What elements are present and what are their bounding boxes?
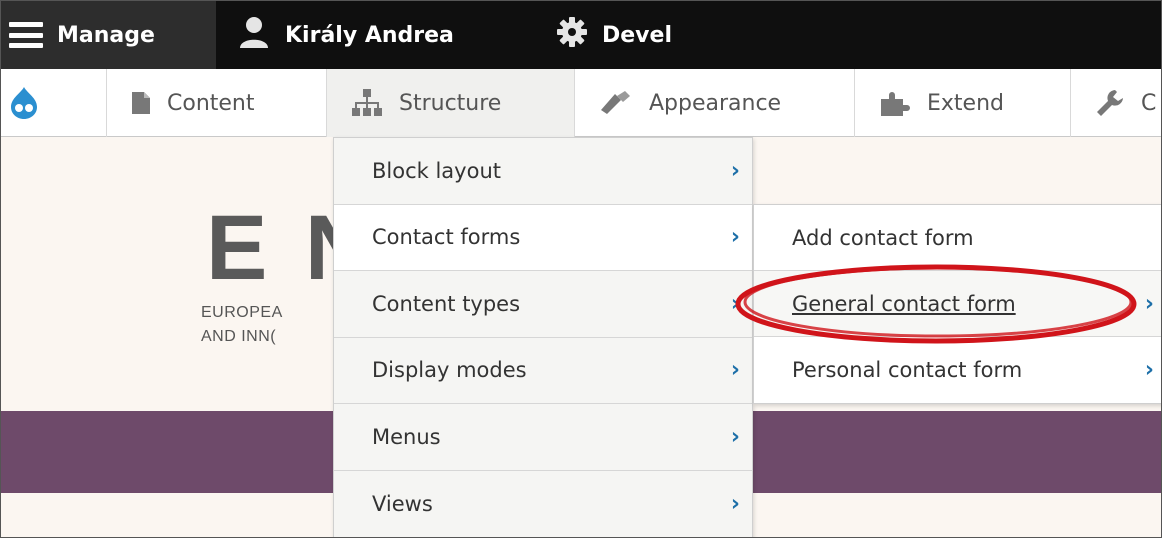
menu-item-content-types[interactable]: Content types › xyxy=(334,271,752,338)
tray-item-content[interactable]: Content xyxy=(107,69,327,137)
submenu-item-label: General contact form xyxy=(792,291,1016,316)
menu-item-display-modes[interactable]: Display modes › xyxy=(334,338,752,404)
admin-toolbar: Manage Király Andrea Devel xyxy=(1,1,1161,69)
menu-item-label: Block layout xyxy=(372,158,501,183)
chevron-right-icon: › xyxy=(730,357,740,383)
tray-label-content: Content xyxy=(167,90,255,116)
menu-item-label: Content types xyxy=(372,291,521,316)
tray-label-appearance: Appearance xyxy=(649,90,782,116)
gear-icon xyxy=(556,16,588,54)
browser-viewport: Manage Király Andrea Devel Content Struc… xyxy=(0,0,1162,538)
submenu-item-general-contact-form[interactable]: General contact form › xyxy=(754,271,1161,337)
menu-item-block-layout[interactable]: Block layout › xyxy=(334,138,752,205)
chevron-right-icon: › xyxy=(730,224,740,250)
manage-label: Manage xyxy=(57,22,155,48)
devel-label: Devel xyxy=(602,22,672,48)
user-label: Király Andrea xyxy=(285,22,454,48)
brush-icon xyxy=(599,90,633,116)
user-tab[interactable]: Király Andrea xyxy=(237,1,454,69)
page-icon xyxy=(131,91,151,115)
menu-item-contact-forms[interactable]: Contact forms › xyxy=(334,204,752,271)
manage-tab[interactable]: Manage xyxy=(1,1,216,69)
menu-item-label: Contact forms xyxy=(372,225,521,250)
tray-label-configuration: C xyxy=(1141,90,1157,116)
site-slogan: EUROPEA AND INN( xyxy=(201,301,283,349)
tray-item-structure[interactable]: Structure xyxy=(327,69,575,137)
hamburger-icon xyxy=(9,22,43,48)
structure-dropdown-menu: Block layout › Contact forms › Content t… xyxy=(333,137,753,538)
submenu-item-personal-contact-form[interactable]: Personal contact form › xyxy=(754,337,1161,403)
site-slogan-line-2: AND INN( xyxy=(201,328,277,345)
menu-item-label: Menus xyxy=(372,424,441,449)
chevron-right-icon: › xyxy=(730,291,740,317)
site-slogan-line-1: EUROPEA xyxy=(201,304,283,321)
tray-item-appearance[interactable]: Appearance xyxy=(575,69,855,137)
tray-item-extend[interactable]: Extend xyxy=(855,69,1071,137)
menu-item-label: Views xyxy=(372,491,433,516)
submenu-item-label: Add contact form xyxy=(792,225,974,250)
chevron-right-icon: › xyxy=(1144,357,1154,383)
puzzle-icon xyxy=(879,89,911,117)
menu-item-label: Display modes xyxy=(372,358,527,383)
contact-forms-submenu: Add contact form General contact form › … xyxy=(753,204,1161,404)
tray-item-configuration[interactable]: C xyxy=(1071,69,1161,137)
chevron-right-icon: › xyxy=(730,424,740,450)
menu-item-menus[interactable]: Menus › xyxy=(334,404,752,471)
chevron-right-icon: › xyxy=(1144,291,1154,316)
drupal-home-link[interactable] xyxy=(1,69,107,137)
drupal-icon xyxy=(9,86,39,120)
chevron-right-icon: › xyxy=(730,491,740,517)
submenu-item-label: Personal contact form xyxy=(792,358,1023,382)
wrench-icon xyxy=(1095,88,1125,118)
chevron-right-icon: › xyxy=(730,158,740,184)
tray-label-extend: Extend xyxy=(927,90,1004,116)
sitemap-icon xyxy=(351,88,383,118)
menu-item-views[interactable]: Views › xyxy=(334,471,752,538)
user-icon xyxy=(237,15,271,55)
toolbar-tray: Content Structure Appearance Extend C xyxy=(1,69,1161,137)
submenu-item-add-contact-form[interactable]: Add contact form xyxy=(754,205,1161,271)
devel-tab[interactable]: Devel xyxy=(556,1,672,69)
tray-label-structure: Structure xyxy=(399,90,502,116)
